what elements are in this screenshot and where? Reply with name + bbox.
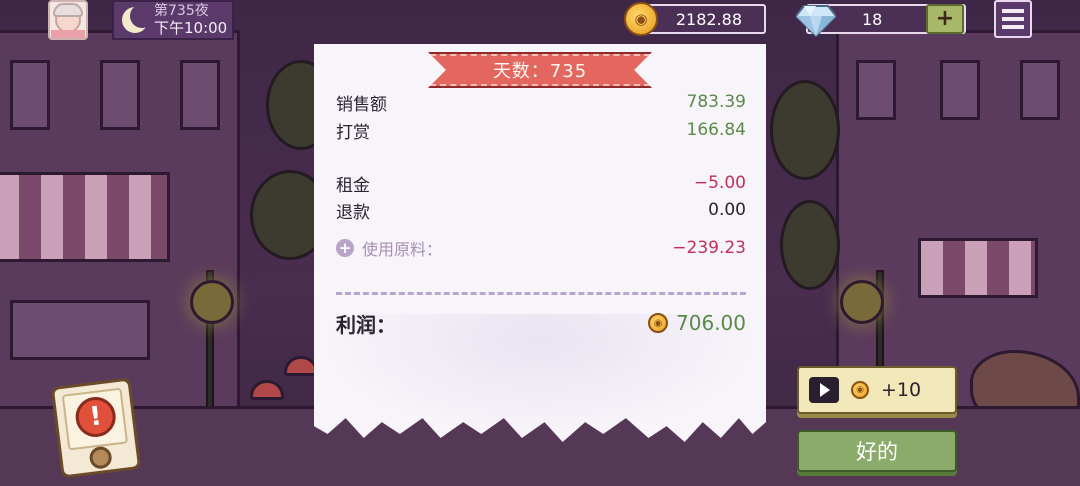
moon-icon xyxy=(122,4,154,33)
coin-balance-value: 2182.88 xyxy=(675,9,742,29)
window xyxy=(856,60,896,120)
row-label: 退款 xyxy=(336,202,370,223)
window xyxy=(100,60,140,130)
coin-balance: 2182.88 xyxy=(640,4,766,34)
row-label: 打赏 xyxy=(336,122,370,143)
row-label: 销售额 xyxy=(336,94,387,115)
row-value: 783.39 xyxy=(686,92,746,112)
row-value: −5.00 xyxy=(693,173,746,193)
watch-ad-button[interactable]: ◉ +10 xyxy=(797,366,957,414)
receipt-profit: 利润： ◉ 706.00 xyxy=(336,308,746,338)
window xyxy=(180,60,220,130)
street-lamp xyxy=(190,280,234,324)
video-play-icon xyxy=(809,377,839,403)
tree xyxy=(770,80,840,180)
avatar-hair xyxy=(53,3,83,17)
hamburger-icon-bar xyxy=(1002,25,1024,29)
avatar-dress xyxy=(51,30,85,38)
receipt-row-tips: 打赏 166.84 xyxy=(336,118,746,143)
profit-value-group: ◉ 706.00 xyxy=(648,311,746,335)
day-ribbon: 天数：735 xyxy=(428,52,652,88)
alert-card[interactable]: ! xyxy=(50,377,142,479)
awning-left xyxy=(0,172,170,262)
coin-icon: ◉ xyxy=(648,313,669,333)
tree xyxy=(780,200,840,290)
row-label: + 使用原料： xyxy=(336,236,442,260)
window xyxy=(1020,60,1060,120)
hamburger-icon-bar xyxy=(1002,17,1024,21)
day-ribbon-text: 天数：735 xyxy=(492,61,588,82)
gem-balance-value: 18 xyxy=(862,9,883,29)
profit-value: 706.00 xyxy=(676,311,746,335)
shop-window xyxy=(10,300,150,360)
add-gems-button[interactable]: + xyxy=(926,4,964,34)
row-value: 166.84 xyxy=(686,120,746,140)
expand-plus-icon[interactable]: + xyxy=(336,239,354,257)
receipt-row-sales: 销售额 783.39 xyxy=(336,90,746,115)
mushroom xyxy=(250,380,284,400)
awning-right xyxy=(918,238,1038,298)
receipt-row-rent: 租金 −5.00 xyxy=(336,171,746,196)
player-avatar[interactable] xyxy=(48,0,88,40)
receipt-divider xyxy=(336,292,746,295)
receipt-row-materials[interactable]: + 使用原料： −239.23 xyxy=(336,236,746,260)
ad-reward-label: +10 xyxy=(881,379,922,401)
coin-icon: ◉ xyxy=(851,381,869,399)
day-time-text: 第735夜 下午10:00 xyxy=(154,3,227,37)
hamburger-icon-bar xyxy=(1002,9,1024,13)
window xyxy=(10,60,50,130)
profit-label: 利润： xyxy=(336,312,396,337)
clock-time: 下午10:00 xyxy=(154,19,228,37)
alert-card-knob xyxy=(88,445,113,470)
row-label: 租金 xyxy=(336,175,370,196)
ok-button[interactable]: 好的 xyxy=(797,430,957,472)
materials-label: 使用原料： xyxy=(362,240,443,259)
receipt-row-refund: 退款 0.00 xyxy=(336,198,746,223)
window xyxy=(940,60,980,120)
row-value: −239.23 xyxy=(672,238,746,258)
menu-button[interactable] xyxy=(994,0,1032,38)
street-lamp xyxy=(840,280,884,324)
day-time-panel: 第735夜 下午10:00 xyxy=(112,0,234,40)
night-counter: 第735夜 xyxy=(154,3,209,19)
coin-icon: ◉ xyxy=(624,2,658,36)
mushroom xyxy=(284,356,318,376)
row-value: 0.00 xyxy=(708,200,746,220)
